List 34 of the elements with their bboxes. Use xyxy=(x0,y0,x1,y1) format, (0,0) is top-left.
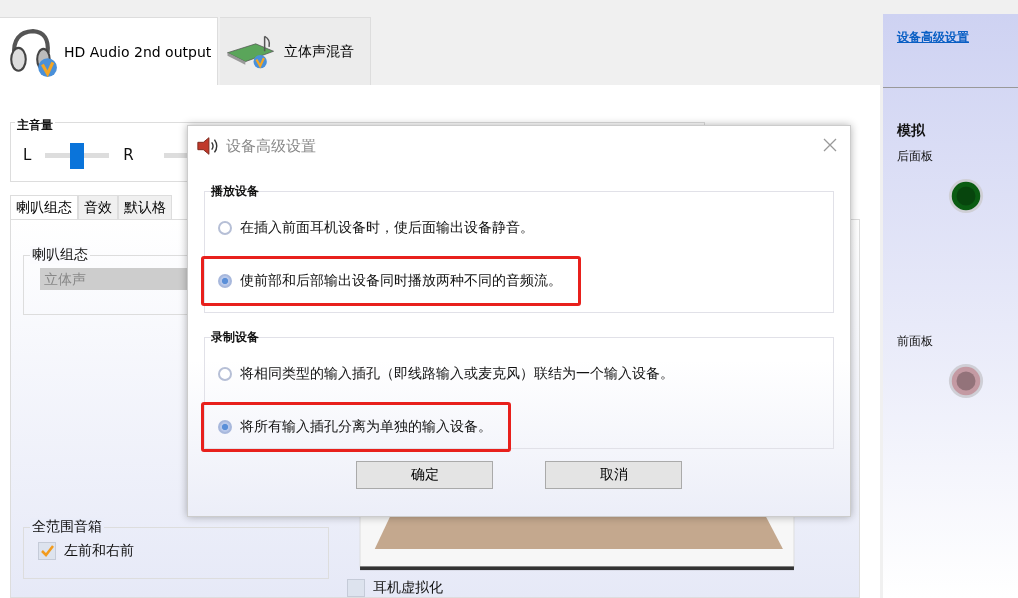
radio-button[interactable] xyxy=(218,420,232,434)
slider-thumb[interactable] xyxy=(70,143,85,169)
radio-button[interactable] xyxy=(218,367,232,381)
checkbox[interactable] xyxy=(347,579,365,597)
speaker-icon xyxy=(196,135,220,157)
device-tab[interactable]: HD Audio 2nd output xyxy=(0,17,219,85)
checkbox[interactable] xyxy=(38,542,56,560)
device-tab[interactable]: 立体声混音 xyxy=(220,17,372,85)
tab[interactable]: 默认格 xyxy=(118,195,172,219)
audio-jack[interactable] xyxy=(947,177,985,215)
group-label: 播放设备 xyxy=(211,183,259,200)
jack-label: 后面板 xyxy=(897,148,934,165)
checkbox-label: 左前和右前 xyxy=(64,542,134,560)
advanced-settings-link[interactable]: 设备高级设置 xyxy=(897,30,969,44)
group-label: 主音量 xyxy=(15,117,55,134)
group-label: 全范围音箱 xyxy=(30,518,104,536)
dialog-button[interactable]: 取消 xyxy=(545,461,682,489)
channel-label: L xyxy=(23,146,32,164)
dialog-title: 设备高级设置 xyxy=(226,136,316,156)
audio-jack[interactable] xyxy=(947,362,985,400)
radio-button[interactable] xyxy=(218,221,232,235)
group-label: 喇叭组态 xyxy=(30,246,90,264)
checkbox-label: 耳机虚拟化 xyxy=(373,579,443,597)
channel-label: R xyxy=(123,146,134,164)
radio-label: 将相同类型的输入插孔（即线路输入或麦克风）联结为一个输入设备。 xyxy=(240,365,674,383)
tab[interactable]: 音效 xyxy=(78,195,118,219)
tab[interactable]: 喇叭组态 xyxy=(10,195,78,219)
jack-label: 前面板 xyxy=(897,333,934,350)
radio-label: 在插入前面耳机设备时，使后面输出设备静音。 xyxy=(240,219,534,237)
radio-button[interactable] xyxy=(218,274,232,288)
section-heading: 模拟 xyxy=(897,122,926,140)
radio-label: 将所有输入插孔分离为单独的输入设备。 xyxy=(240,418,492,436)
dialog-button[interactable]: 确定 xyxy=(356,461,493,489)
group-label: 录制设备 xyxy=(211,329,259,346)
